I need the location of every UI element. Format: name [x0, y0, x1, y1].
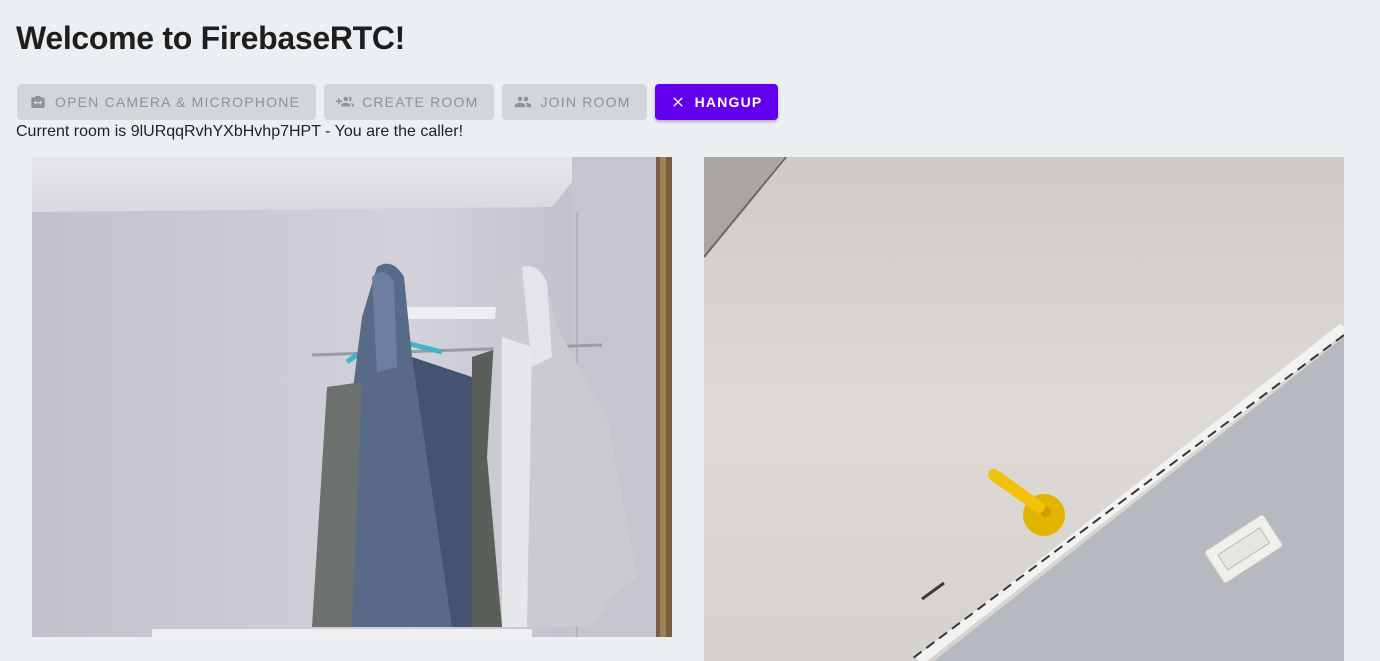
join-room-button[interactable]: Join room [502, 84, 647, 120]
camera-switch-icon [29, 93, 47, 111]
group-add-icon [336, 93, 355, 111]
remote-video [704, 157, 1344, 661]
local-video [32, 157, 672, 637]
close-icon [669, 93, 687, 111]
group-icon [514, 93, 532, 111]
hangup-button[interactable]: Hangup [654, 84, 779, 120]
hangup-label: Hangup [694, 94, 763, 110]
app-root: Welcome to FirebaseRTC! Open camera & mi… [0, 0, 1380, 661]
join-room-label: Join room [540, 94, 631, 110]
open-camera-label: Open camera & microphone [55, 94, 301, 110]
create-room-button[interactable]: Create room [324, 84, 495, 120]
page-title: Welcome to FirebaseRTC! [16, 20, 406, 56]
open-camera-button[interactable]: Open camera & microphone [17, 84, 317, 120]
button-bar: Open camera & microphone Create room Joi… [17, 84, 779, 120]
current-room-status: Current room is 9lURqqRvhYXbHvhp7HPT - Y… [16, 123, 464, 140]
create-room-label: Create room [362, 94, 479, 110]
